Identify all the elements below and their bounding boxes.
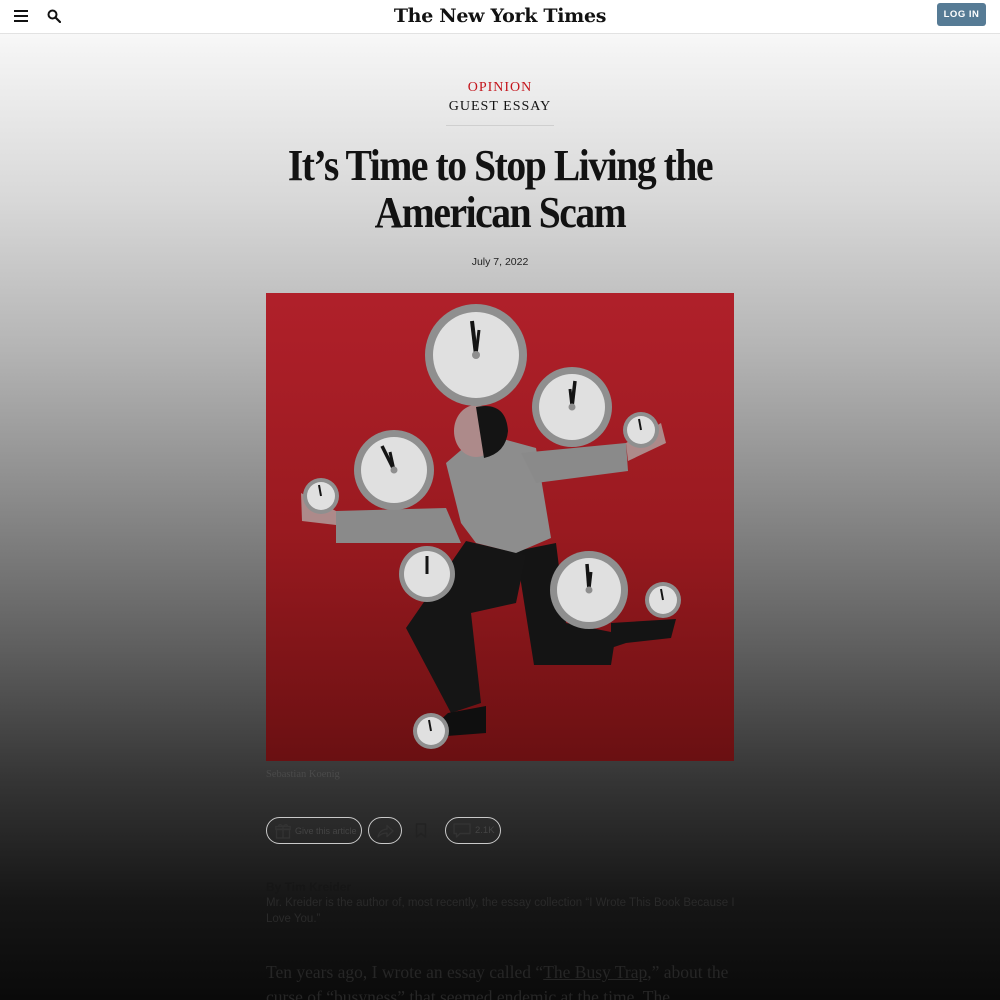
- save-button[interactable]: [407, 817, 435, 844]
- gift-icon: [275, 823, 291, 839]
- author-bio: Mr. Kreider is the author of, most recen…: [266, 897, 735, 925]
- comment-count: 2.1K: [475, 825, 495, 836]
- guest-essay-label: GUEST ESSAY: [448, 99, 552, 114]
- bookmark-icon: [415, 823, 427, 838]
- kicker-divider: [446, 125, 554, 126]
- lead-illustration: [266, 293, 734, 761]
- section-kicker-opinion[interactable]: OPINION: [0, 80, 1000, 96]
- lead-text-before: Ten years ago, I wrote an essay called “: [266, 962, 544, 982]
- share-icon: [376, 824, 394, 838]
- author-byline[interactable]: By Tim Kreider: [266, 880, 351, 894]
- nyt-logo[interactable]: The New York Times: [0, 5, 1000, 27]
- gift-article-label: Give this article: [295, 825, 357, 836]
- image-credit: Sebastian Koenig: [266, 769, 340, 780]
- login-button[interactable]: LOG IN: [937, 3, 986, 26]
- article-lead-paragraph: Ten years ago, I wrote an essay called “…: [266, 960, 736, 1000]
- gift-article-button[interactable]: Give this article: [266, 817, 362, 844]
- comments-button[interactable]: 2.1K: [445, 817, 501, 844]
- busy-trap-link[interactable]: The Busy Trap: [543, 962, 647, 982]
- publish-date: July 7, 2022: [471, 256, 529, 268]
- comment-icon: [453, 823, 471, 838]
- top-bar: The New York Times LOG IN: [0, 0, 1000, 34]
- share-button[interactable]: [368, 817, 402, 844]
- article-headline: It’s Time to Stop Living the American Sc…: [287, 141, 714, 237]
